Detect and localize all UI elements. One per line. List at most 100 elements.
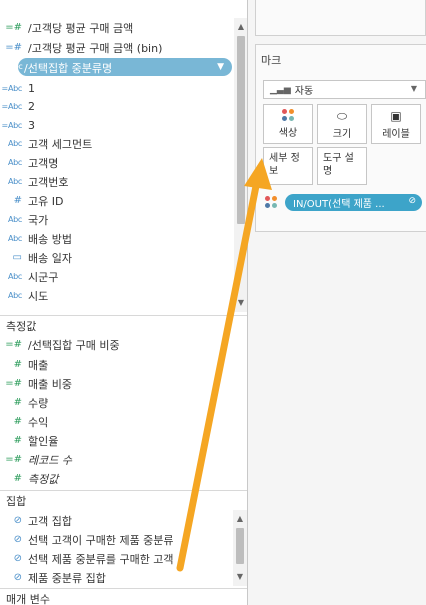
shelves-pane: 마크 ▁▃▅ 자동 ▼ 색상 ⬭ 크기 ▣ 레이블 세부 정보 도구 설명 IN… xyxy=(249,0,426,605)
field-3[interactable]: =Abc 3 xyxy=(0,116,232,135)
detail-label: 세부 정보 xyxy=(269,153,300,177)
field-unique-id[interactable]: # 고유 ID xyxy=(0,191,232,210)
field-province[interactable]: Abc 시도 xyxy=(0,286,232,305)
tooltip-button[interactable]: 도구 설명 xyxy=(317,147,367,185)
field-city[interactable]: Abc 시군구 xyxy=(0,267,232,286)
set-customer[interactable]: ⊘ 고객 집합 xyxy=(0,511,232,530)
size-label: 크기 xyxy=(332,128,352,140)
calc-measure-icon: =# xyxy=(5,378,22,389)
field-ship-date[interactable]: ▭ 배송 일자 xyxy=(0,248,232,267)
field-label: 선택 제품 중분류를 구매한 고객 xyxy=(28,552,174,566)
field-label: 측정값 xyxy=(28,472,59,486)
selected-field-pill[interactable]: =Abc /선택집합 중분류명 ▼ xyxy=(2,58,232,76)
number-field-icon: # xyxy=(13,359,22,370)
field-label: /고객당 평균 구매 금액 xyxy=(28,21,134,35)
field-2[interactable]: =Abc 2 xyxy=(0,97,232,116)
sets-scrollbar[interactable]: ▲ ▼ xyxy=(233,510,247,586)
field-label: 고객명 xyxy=(28,156,59,170)
field-label: /고객당 평균 구매 금액 (bin) xyxy=(28,41,163,55)
set-icon: ⊘ xyxy=(13,534,22,545)
text-label-icon: ▣ xyxy=(390,108,402,123)
label-button[interactable]: ▣ 레이블 xyxy=(371,104,421,144)
field-1[interactable]: =Abc 1 xyxy=(0,79,232,98)
measure-profit[interactable]: # 수익 xyxy=(0,412,232,431)
mark-type-label: 자동 xyxy=(294,86,314,97)
calc-measure-icon: =# xyxy=(5,454,22,465)
field-label: 배송 일자 xyxy=(28,251,72,265)
set-icon: ⊘ xyxy=(13,515,22,526)
field-label: /선택집합 중분류명 xyxy=(24,62,113,75)
field-label: 매출 비중 xyxy=(28,377,72,391)
dropdown-caret-icon[interactable]: ▼ xyxy=(217,62,224,72)
field-label: 레코드 수 xyxy=(28,453,72,467)
field-label: 국가 xyxy=(28,213,49,227)
measure-record-count[interactable]: =# 레코드 수 xyxy=(0,450,232,469)
text-field-icon: Abc xyxy=(7,158,22,167)
field-avg-purchase-bin[interactable]: =# /고객당 평균 구매 금액 (bin) xyxy=(0,38,232,57)
field-label: 고유 ID xyxy=(28,194,64,208)
calc-text-icon: =Abc xyxy=(1,121,23,130)
calc-text-icon: =Abc xyxy=(2,62,23,71)
label-label: 레이블 xyxy=(382,128,410,140)
number-field-icon: # xyxy=(13,397,22,408)
parameters-header: 매개 변수 xyxy=(0,588,247,605)
field-customer-number[interactable]: Abc 고객번호 xyxy=(0,172,232,191)
measures-header: 측정값 xyxy=(0,315,247,335)
set-icon: ⊘ xyxy=(408,196,416,206)
field-ship-method[interactable]: Abc 배송 방법 xyxy=(0,229,232,248)
calendar-icon: ▭ xyxy=(12,252,22,263)
text-field-icon: Abc xyxy=(7,272,22,281)
number-field-icon: # xyxy=(13,435,22,446)
mark-type-dropdown[interactable]: ▁▃▅ 자동 ▼ xyxy=(263,80,426,99)
calc-text-icon: =Abc xyxy=(1,84,23,93)
measure-sales-share[interactable]: =# 매출 비중 xyxy=(0,374,232,393)
field-label: 1 xyxy=(28,82,35,95)
field-customer-name[interactable]: Abc 고객명 xyxy=(0,153,232,172)
measure-values[interactable]: # 측정값 xyxy=(0,469,232,488)
color-dots-icon xyxy=(265,196,277,208)
color-label: 색상 xyxy=(278,128,298,139)
field-label: 3 xyxy=(28,119,35,132)
set-icon: ⊘ xyxy=(13,553,22,564)
calc-dimension-icon: =# xyxy=(5,42,22,53)
bar-chart-icon: ▁▃▅ xyxy=(270,84,291,95)
field-avg-purchase[interactable]: =# /고객당 평균 구매 금액 xyxy=(0,18,232,37)
measure-quantity[interactable]: # 수량 xyxy=(0,393,232,412)
measure-sales[interactable]: # 매출 xyxy=(0,355,232,374)
measure-discount[interactable]: # 할인율 xyxy=(0,431,232,450)
field-country[interactable]: Abc 국가 xyxy=(0,210,232,229)
scroll-up-icon[interactable]: ▲ xyxy=(234,22,247,31)
text-field-icon: Abc xyxy=(7,234,22,243)
size-button[interactable]: ⬭ 크기 xyxy=(317,104,367,144)
field-label: 배송 방법 xyxy=(28,232,72,246)
dimensions-list: =# /고객당 평균 구매 금액 =# /고객당 평균 구매 금액 (bin) … xyxy=(0,0,247,312)
field-label: 수량 xyxy=(28,396,49,410)
field-label: /선택집합 구매 비중 xyxy=(28,338,120,352)
color-field-pill[interactable]: IN/OUT(선택 제품 ... ⊘ xyxy=(285,194,422,211)
scroll-down-icon[interactable]: ▼ xyxy=(233,572,247,581)
color-button[interactable]: 색상 xyxy=(263,104,313,144)
tooltip-label: 도구 설명 xyxy=(323,153,354,177)
field-label: 매출 xyxy=(28,358,49,372)
dimensions-scrollbar[interactable]: ▲ ▼ xyxy=(234,18,247,312)
calc-measure-icon: =# xyxy=(5,339,22,350)
set-customers-of-selected[interactable]: ⊘ 선택 제품 중분류를 구매한 고객 xyxy=(0,549,232,568)
measure-selection-share[interactable]: =# /선택집합 구매 비중 xyxy=(0,335,232,354)
detail-button[interactable]: 세부 정보 xyxy=(263,147,313,185)
set-icon: ⊘ xyxy=(13,572,22,583)
size-icon: ⬭ xyxy=(336,108,348,123)
data-pane: =# /고객당 평균 구매 금액 =# /고객당 평균 구매 금액 (bin) … xyxy=(0,0,248,605)
field-label: 고객번호 xyxy=(28,175,69,189)
scroll-up-icon[interactable]: ▲ xyxy=(233,514,247,523)
scroll-down-icon[interactable]: ▼ xyxy=(234,298,247,307)
set-products-bought-by-selected[interactable]: ⊘ 선택 고객이 구매한 제품 중분류 xyxy=(0,530,232,549)
pill-label: IN/OUT(선택 제품 ... xyxy=(293,199,385,210)
scrollbar-thumb[interactable] xyxy=(236,528,244,564)
scrollbar-thumb[interactable] xyxy=(237,36,245,224)
number-field-icon: # xyxy=(13,473,22,484)
number-field-icon: # xyxy=(13,195,22,206)
set-product-subcategory[interactable]: ⊘ 제품 중분류 집합 xyxy=(0,568,232,587)
field-label: 수익 xyxy=(28,415,49,429)
calc-text-icon: =Abc xyxy=(1,102,23,111)
field-customer-segment[interactable]: Abc 고객 세그먼트 xyxy=(0,134,232,153)
